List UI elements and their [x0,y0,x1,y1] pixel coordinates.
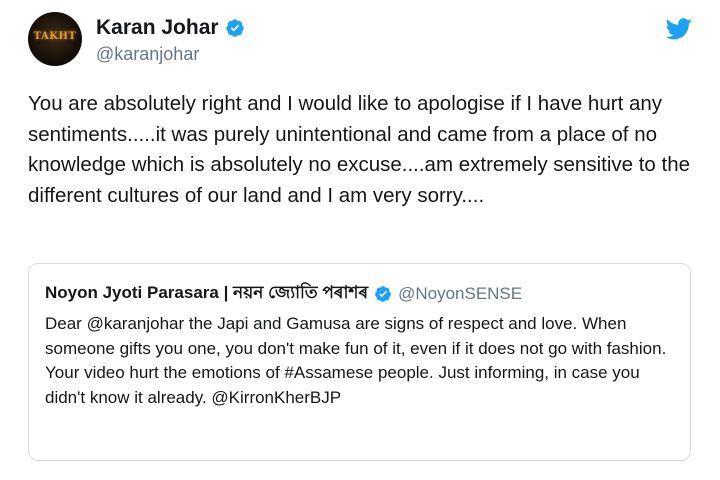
verified-badge-icon [374,285,392,303]
author-handle[interactable]: @karanjohar [96,44,199,65]
quoted-tweet-text: Dear @karanjohar the Japi and Gamusa are… [45,314,667,407]
tweet-text: You are absolutely right and I would lik… [28,92,691,207]
avatar[interactable]: TAKHT [28,12,82,66]
quoted-author-display-name: Noyon Jyoti Parasara | নয়ন জ্যোতি পৰাশৰ [45,283,369,302]
author-name-row: Karan Johar [96,15,245,41]
quoted-tweet[interactable]: Noyon Jyoti Parasara | নয়ন জ্যোতি পৰাশৰ… [28,263,691,461]
avatar-logo-text: TAKHT [33,31,77,42]
tweet-header: TAKHT Karan Johar @karanjohar [28,12,698,72]
twitter-bird-icon[interactable] [665,18,692,40]
author-display-name[interactable]: Karan Johar [96,16,219,40]
tweet-card: TAKHT Karan Johar @karanjohar You are ab… [0,0,720,480]
quoted-author-handle: @NoyonSENSE [398,284,523,303]
verified-badge-icon [225,18,245,38]
quoted-tweet-header: Noyon Jyoti Parasara | নয়ন জ্যোতি পৰাশৰ… [45,280,522,308]
